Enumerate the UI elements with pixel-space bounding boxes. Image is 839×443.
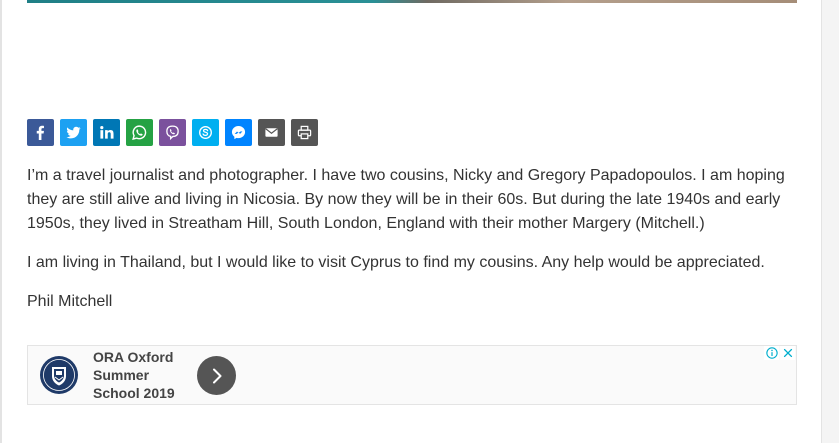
- social-share-bar: [27, 119, 318, 146]
- email-icon: [265, 128, 278, 137]
- hero-image-bottom-edge: [27, 0, 797, 3]
- print-button[interactable]: [291, 119, 318, 146]
- adchoices-info-icon: [765, 347, 778, 359]
- share-linkedin-button[interactable]: [93, 119, 120, 146]
- close-icon: [783, 348, 792, 358]
- twitter-icon: [66, 126, 81, 139]
- page-scrollbar[interactable]: [822, 0, 839, 443]
- ad-open-button[interactable]: [197, 356, 236, 395]
- ad-info-button[interactable]: [764, 346, 779, 360]
- chevron-right-icon: [212, 368, 221, 383]
- share-facebook-button[interactable]: [27, 119, 54, 146]
- ad-close-button[interactable]: [780, 346, 795, 360]
- article-paragraph: I am living in Thailand, but I would lik…: [27, 254, 765, 271]
- share-messenger-button[interactable]: [225, 119, 252, 146]
- linkedin-icon: [100, 126, 114, 139]
- advertisement-banner[interactable]: ORA Oxford Summer School 2019: [27, 345, 797, 405]
- share-twitter-button[interactable]: [60, 119, 87, 146]
- content-left-border: [0, 0, 2, 443]
- skype-icon: [199, 126, 212, 139]
- print-icon: [297, 125, 312, 140]
- share-skype-button[interactable]: [192, 119, 219, 146]
- ad-title[interactable]: ORA Oxford Summer School 2019: [93, 348, 193, 402]
- messenger-icon: [231, 125, 246, 140]
- share-whatsapp-button[interactable]: [126, 119, 153, 146]
- school-crest-icon: [39, 355, 79, 395]
- whatsapp-icon: [132, 125, 147, 140]
- author-signature: Phil Mitchell: [27, 293, 113, 310]
- viber-icon: [166, 125, 179, 140]
- article-paragraph: I’m a travel journalist and photographer…: [27, 167, 785, 232]
- article-body: I’m a travel journalist and photographer…: [27, 164, 797, 329]
- share-email-button[interactable]: [258, 119, 285, 146]
- facebook-icon: [36, 125, 44, 140]
- share-viber-button[interactable]: [159, 119, 186, 146]
